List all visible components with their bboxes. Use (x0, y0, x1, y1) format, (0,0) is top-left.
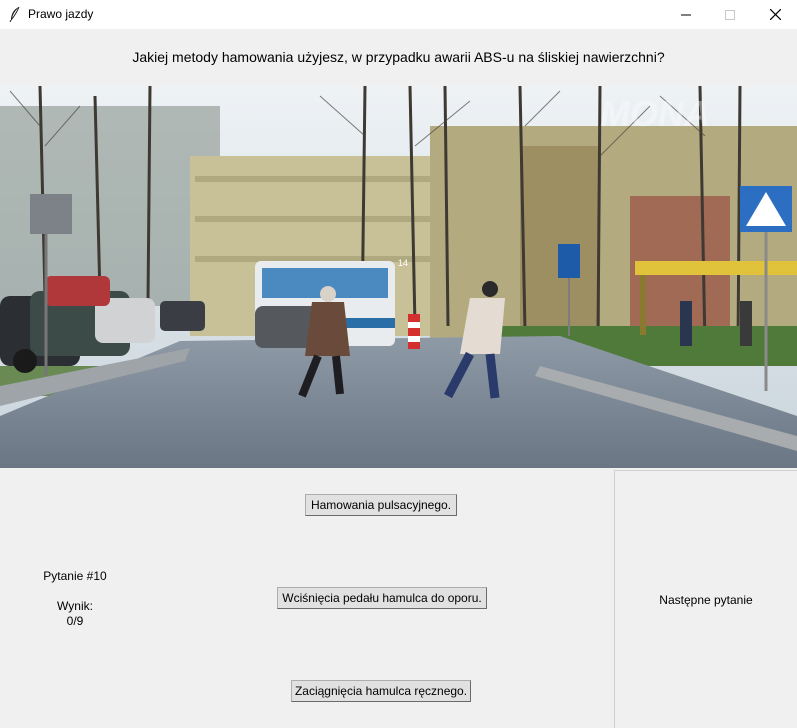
next-question-button[interactable]: Następne pytanie (614, 470, 797, 728)
question-text: Jakiej metody hamowania użyjesz, w przyp… (132, 49, 665, 65)
close-button[interactable] (752, 0, 797, 29)
score-label: Wynik: (57, 599, 93, 613)
bus-route-sign: 14 (398, 258, 408, 268)
answer-button-3[interactable]: Zaciągnięcia hamulca ręcznego. (291, 680, 471, 702)
image-watermark: MONA (600, 93, 710, 134)
question-number: Pytanie #10 (43, 569, 107, 583)
score-value: 0/9 (66, 614, 84, 628)
window-titlebar: Prawo jazdy (0, 0, 797, 29)
close-icon (769, 9, 781, 20)
status-panel: Pytanie #10 Wynik: 0/9 (0, 470, 150, 728)
maximize-icon (725, 9, 735, 20)
minimize-icon (681, 14, 691, 15)
question-image: MONA 14 (0, 86, 797, 468)
answer-button-1[interactable]: Hamowania pulsacyjnego. (305, 494, 457, 516)
feather-icon (9, 6, 20, 22)
maximize-button[interactable] (707, 0, 753, 29)
minimize-button[interactable] (663, 0, 709, 29)
answer-button-2[interactable]: Wciśnięcia pedału hamulca do oporu. (277, 587, 487, 609)
window-title: Prawo jazdy (28, 7, 94, 21)
